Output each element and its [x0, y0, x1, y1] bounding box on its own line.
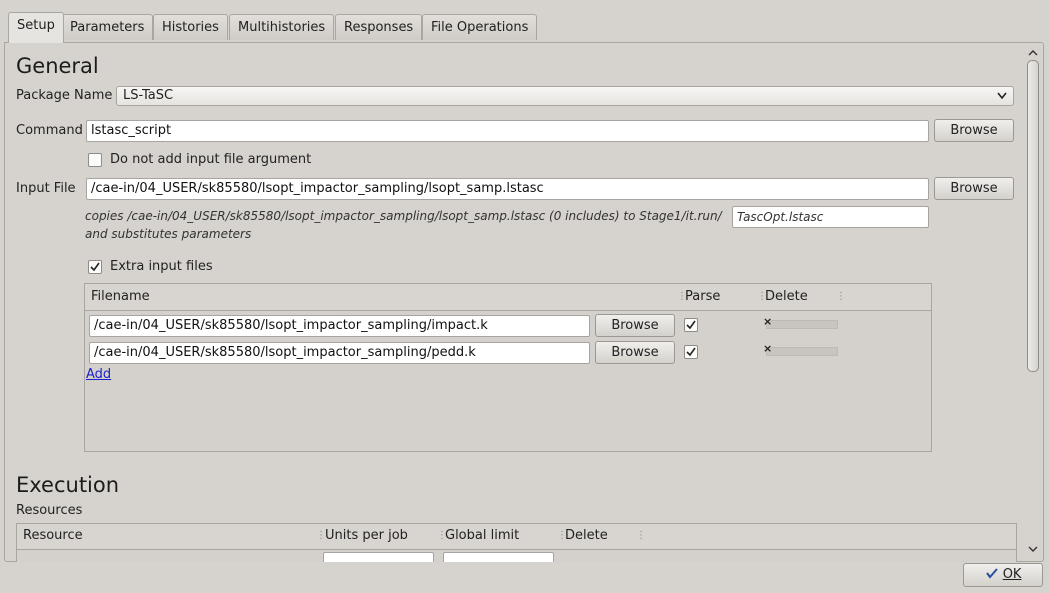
- header-delete: Delete: [565, 528, 608, 543]
- tab-file-operations[interactable]: File Operations: [422, 14, 538, 40]
- header-units-per-job: Units per job: [325, 528, 408, 543]
- command-browse-button[interactable]: Browse: [934, 119, 1014, 142]
- scrollbar-thumb[interactable]: [1027, 60, 1039, 372]
- parse-checkbox[interactable]: [684, 318, 698, 332]
- extra-files-checkbox[interactable]: [88, 260, 102, 274]
- global-limit-input[interactable]: [443, 552, 554, 562]
- check-icon: [90, 262, 100, 272]
- parse-checkbox[interactable]: [684, 345, 698, 359]
- input-file-field[interactable]: /cae-in/04_USER/sk85580/lsopt_impactor_s…: [86, 178, 929, 200]
- check-icon: [985, 568, 998, 579]
- package-name-value: LS-TaSC: [123, 88, 174, 103]
- resources-label: Resources: [16, 503, 83, 518]
- chevron-down-icon: [997, 92, 1007, 100]
- ok-label: OK: [1002, 567, 1022, 582]
- extra-files-label: Extra input files: [110, 259, 213, 274]
- ok-button[interactable]: OK: [963, 563, 1043, 587]
- copies-target-input[interactable]: TascOpt.lstasc: [732, 206, 929, 228]
- input-file-browse-button[interactable]: Browse: [934, 177, 1014, 200]
- copies-text: copies /cae-in/04_USER/sk85580/lsopt_imp…: [85, 209, 722, 223]
- tab-multihistories[interactable]: Multihistories: [229, 14, 335, 40]
- header-parse: Parse: [685, 289, 721, 304]
- tab-parameters[interactable]: Parameters: [61, 14, 154, 40]
- column-separator[interactable]: ⋮: [836, 291, 846, 302]
- delete-icon[interactable]: ×: [763, 315, 772, 328]
- extra-file-browse-button[interactable]: Browse: [595, 341, 675, 364]
- header-delete: Delete: [765, 289, 808, 304]
- tab-responses[interactable]: Responses: [335, 14, 423, 40]
- delete-row-control[interactable]: ×: [763, 315, 838, 329]
- delete-row-control[interactable]: ×: [763, 342, 838, 356]
- general-heading: General: [16, 54, 99, 78]
- delete-icon[interactable]: ×: [763, 342, 772, 355]
- tab-histories[interactable]: Histories: [153, 14, 228, 40]
- input-file-label: Input File: [16, 181, 76, 196]
- command-label: Command: [16, 123, 83, 138]
- extra-file-browse-button[interactable]: Browse: [595, 314, 675, 337]
- tab-setup[interactable]: Setup: [8, 12, 64, 43]
- vertical-scrollbar[interactable]: [1024, 48, 1042, 558]
- header-filename: Filename: [91, 289, 150, 304]
- substitutes-text: and substitutes parameters: [85, 227, 252, 241]
- header-resource: Resource: [23, 528, 83, 543]
- no-input-arg-checkbox[interactable]: [88, 153, 102, 167]
- chevron-down-icon[interactable]: [1027, 544, 1039, 554]
- check-icon: [686, 320, 696, 330]
- package-name-label: Package Name: [16, 88, 113, 103]
- no-input-arg-label: Do not add input file argument: [110, 152, 312, 167]
- add-extra-file-link[interactable]: Add: [86, 367, 111, 382]
- check-icon: [686, 347, 696, 357]
- extra-file-input[interactable]: /cae-in/04_USER/sk85580/lsopt_impactor_s…: [89, 342, 590, 364]
- chevron-up-icon[interactable]: [1027, 48, 1039, 58]
- command-input[interactable]: lstasc_script: [86, 120, 929, 142]
- header-global-limit: Global limit: [445, 528, 520, 543]
- package-name-select[interactable]: LS-TaSC: [116, 86, 1014, 106]
- units-per-job-input[interactable]: [323, 552, 434, 562]
- column-separator[interactable]: ⋮: [636, 530, 646, 541]
- extra-file-input[interactable]: /cae-in/04_USER/sk85580/lsopt_impactor_s…: [89, 315, 590, 337]
- execution-heading: Execution: [16, 473, 120, 497]
